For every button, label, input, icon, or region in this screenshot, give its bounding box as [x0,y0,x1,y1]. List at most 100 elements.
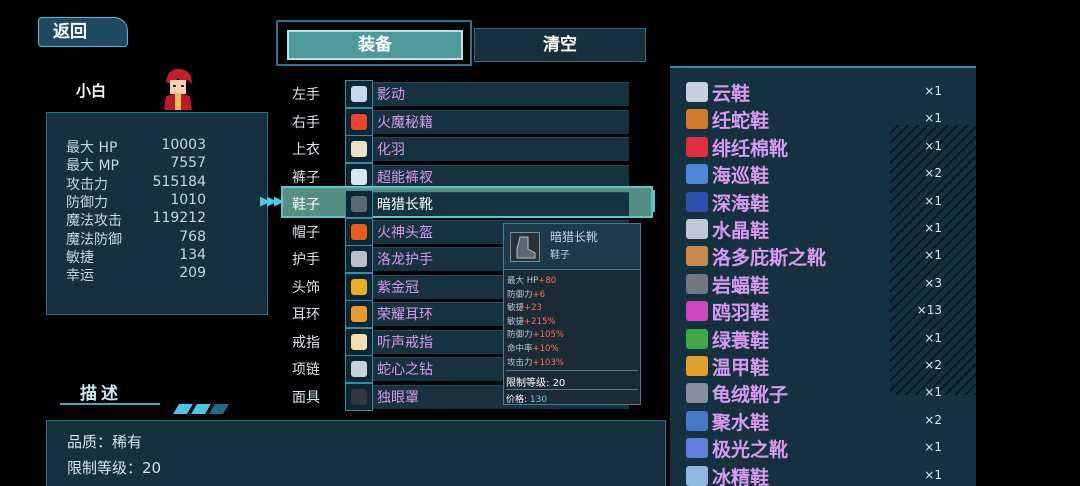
equip-item-icon[interactable] [345,300,373,328]
inventory-item-name: 岩蝠鞋 [712,274,770,297]
stat-row: 攻击力 515184 [66,174,256,193]
boots-icon [686,219,708,239]
equip-item-icon[interactable] [345,80,373,108]
inventory-item-qty: ×2 [924,412,942,427]
boots-icon [686,136,708,157]
slot-item-name: 火神头盔 [377,224,433,241]
inventory-item-qty: ×1 [924,111,942,126]
boots-icon [686,383,708,404]
slot-label: 头饰 [292,279,320,296]
boots-icon [686,164,708,185]
inventory-item[interactable]: 绿蓑鞋 ×1 [686,326,966,352]
inventory-item[interactable]: 云鞋 ×1 [686,79,966,105]
inventory-item[interactable]: 极光之靴 ×1 [686,435,966,461]
stat-row: 敏捷 134 [66,246,256,266]
inventory-item-name: 龟绒靴子 [712,384,789,407]
slot-item-name: 听声戒指 [377,334,433,351]
inventory-item[interactable]: 绯纴棉靴 ×1 [686,134,966,160]
equip-item-icon[interactable] [345,245,373,273]
boots-icon [686,328,708,349]
tooltip-stat: 防御力+105% [507,330,564,341]
equip-item-icon[interactable] [345,272,373,301]
stat-value: 209 [179,265,206,282]
slot-label: 帽子 [292,224,320,241]
stat-label: 防御力 [66,194,108,211]
inventory-item[interactable]: 深海鞋 ×1 [686,189,966,215]
item-quality: 品质：稀有 [67,433,143,451]
stat-row: 最大 HP 10003 [66,137,256,156]
stat-label: 最大 MP [66,158,119,175]
tooltip-stat: 最大 HP+80 [507,276,557,286]
equip-item-icon[interactable] [345,107,373,136]
back-button[interactable]: 返回 [38,17,128,47]
inventory-item-name: 鸥羽鞋 [712,302,770,325]
inventory-item[interactable]: 聚水鞋 ×2 [686,408,966,434]
equip-item-icon[interactable] [345,355,373,383]
stat-label: 攻击力 [66,176,108,193]
inventory-item-name: 温甲鞋 [712,357,770,379]
slot-label: 护手 [292,252,320,268]
inventory-item[interactable]: 鸥羽鞋 ×13 [686,298,966,324]
description-accent [191,404,211,414]
inventory-item-name: 海巡鞋 [712,165,770,188]
equip-item-icon[interactable] [345,382,373,411]
tab-clear[interactable]: 清空 [474,28,646,62]
stat-row: 魔法防御 768 [66,229,256,248]
stat-row: 最大 MP 7557 [66,155,256,175]
boots-icon [686,438,708,459]
tooltip-stat: 防御力+6 [507,289,546,300]
inventory-item[interactable]: 水晶鞋 ×1 [686,216,966,242]
boots-icon [686,410,708,431]
equip-item-icon[interactable] [345,190,373,218]
tooltip-level: 限制等级: 20 [506,370,638,389]
slot-item-name: 洛龙护手 [377,252,433,268]
boots-icon [686,273,708,294]
stat-value: 134 [179,246,206,263]
character-avatar [164,68,192,110]
inventory-item[interactable]: 海巡鞋 ×2 [686,161,966,187]
equip-item-icon[interactable] [345,135,373,163]
inventory-item[interactable]: 岩蝠鞋 ×3 [686,271,966,297]
inventory-item-name: 绯纴棉靴 [712,137,789,160]
equip-item-icon[interactable] [345,217,373,246]
inventory-item[interactable]: 冰精鞋 ×1 [686,463,966,486]
boots-icon [510,232,540,262]
slot-label: 鞋子 [292,197,320,213]
tooltip-stat: 敏捷+215% [507,316,556,327]
inventory-item-name: 冰精鞋 [712,466,770,486]
stat-label: 最大 HP [66,140,118,156]
inventory-item-name: 极光之靴 [712,439,789,462]
inventory-item[interactable]: 温甲鞋 ×2 [686,353,966,379]
tab-equip[interactable]: 装备 [287,30,463,60]
boots-icon [686,246,708,267]
boots-icon [686,82,708,102]
tooltip-title: 暗猎长靴 [550,230,599,244]
description-panel: 品质：稀有 限制等级：20 [46,420,666,486]
equip-item-icon[interactable] [345,327,373,356]
slot-label: 耳环 [292,307,320,323]
character-name: 小白 [76,82,107,100]
inventory-item-qty: ×1 [924,467,942,482]
tooltip-stat: 命中率+10% [507,344,559,354]
slot-item-name: 独眼罩 [377,389,419,406]
inventory-item-qty: ×13 [916,303,942,318]
slot-item-name: 暗猎长靴 [377,197,433,213]
stat-label: 魔法攻击 [66,213,122,230]
equip-slot-0[interactable] [373,82,629,106]
inventory-item-name: 纴蛇鞋 [712,110,770,133]
equip-slot-2[interactable] [373,137,629,161]
inventory-item[interactable]: 洛多庇斯之靴 ×1 [686,243,966,269]
inventory-item-qty: ×2 [924,358,942,372]
boots-icon [686,356,708,376]
inventory-item-name: 绿蓑鞋 [712,329,770,352]
inventory-item-qty: ×1 [924,193,942,208]
inventory-item[interactable]: 龟绒靴子 ×1 [686,380,966,406]
boots-icon [686,301,708,322]
stat-label: 魔法防御 [66,231,122,248]
stat-row: 防御力 1010 [66,192,256,211]
description-accent [209,404,229,414]
slot-item-name: 蛇心之钻 [377,362,433,378]
inventory-item-qty: ×3 [924,275,942,290]
inventory-item-name: 水晶鞋 [712,220,770,242]
inventory-item[interactable]: 纴蛇鞋 ×1 [686,106,966,132]
